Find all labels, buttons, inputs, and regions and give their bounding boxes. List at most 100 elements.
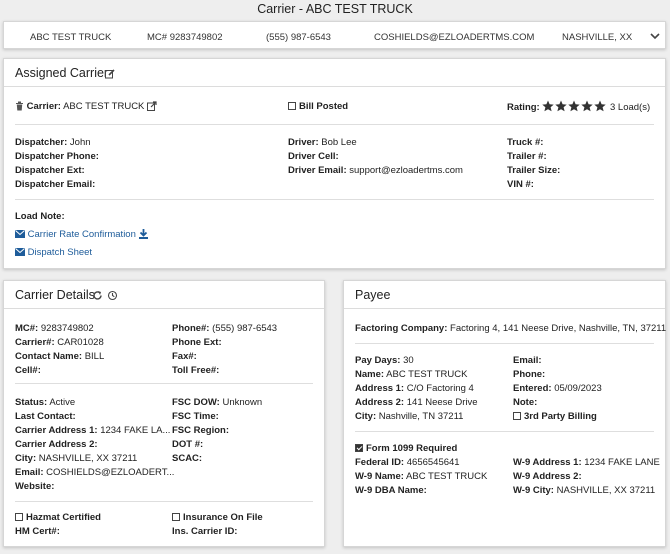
- page-title: Carrier - ABC TEST TRUCK: [257, 2, 413, 16]
- insurance-box[interactable]: [172, 513, 180, 521]
- external-link-icon[interactable]: [147, 101, 157, 112]
- email-value: COSHIELDS@EZLOADERT...: [46, 467, 175, 478]
- assigned-carrier-title: Assigned Carrier: [15, 66, 109, 80]
- driver-email-row: Driver Email: support@ezloadertms.com: [288, 164, 463, 177]
- rate-confirmation-link[interactable]: Carrier Rate Confirmation: [15, 228, 148, 241]
- address2-label: Carrier Address 2:: [15, 439, 98, 450]
- address1-label: Carrier Address 1:: [15, 425, 98, 436]
- w9-address1-label: W-9 Address 1:: [513, 457, 582, 468]
- contact-value: BILL: [84, 351, 105, 362]
- refresh-icon[interactable]: [92, 290, 103, 301]
- dispatcher-phone-label: Dispatcher Phone:: [15, 151, 99, 162]
- star-icon: [568, 100, 581, 112]
- email-label: Email:: [15, 467, 44, 478]
- driver-value: Bob Lee: [321, 137, 357, 148]
- load-note-label: Load Note:: [15, 211, 65, 222]
- driver-email-label: Driver Email:: [288, 165, 347, 176]
- payee-title: Payee: [355, 288, 391, 302]
- dispatcher-email-label: Dispatcher Email:: [15, 179, 96, 190]
- factoring-label: Factoring Company:: [355, 323, 448, 334]
- driver-label: Driver:: [288, 137, 319, 148]
- hm-cert-label: HM Cert#:: [15, 526, 60, 537]
- city-value: NASHVILLE, XX 37211: [38, 453, 138, 464]
- summary-mc: MC# 9283749802: [147, 32, 223, 43]
- dispatcher-label: Dispatcher:: [15, 137, 68, 148]
- contact-row: Contact Name: BILL: [15, 350, 104, 363]
- edit-icon[interactable]: [105, 69, 115, 79]
- driver-row: Driver: Bob Lee: [288, 136, 357, 149]
- phone-ext-label: Phone Ext:: [172, 337, 222, 348]
- carrier-details-header: Carrier Details: [4, 281, 324, 309]
- last-contact-label: Last Contact:: [15, 411, 76, 422]
- payee-name-value: ABC TEST TRUCK: [386, 369, 468, 380]
- divider: [355, 431, 654, 432]
- federal-id-label: Federal ID:: [355, 457, 405, 468]
- bill-posted-checkbox[interactable]: Bill Posted: [288, 100, 348, 113]
- history-icon[interactable]: [107, 290, 118, 301]
- bill-posted-box[interactable]: [288, 102, 296, 110]
- star-rating: [542, 100, 607, 113]
- payee-name-label: Name:: [355, 369, 385, 380]
- hazmat-box[interactable]: [15, 513, 23, 521]
- summary-carrier: ABC TEST TRUCK: [30, 32, 112, 43]
- carrier-value: ABC TEST TRUCK: [63, 101, 145, 112]
- pay-days-value: 30: [403, 355, 414, 366]
- hazmat-checkbox[interactable]: Hazmat Certified: [15, 511, 101, 524]
- trailer-size-label: Trailer Size:: [507, 165, 561, 176]
- dot-label: DOT #:: [172, 439, 204, 450]
- form1099-checkbox[interactable]: Form 1099 Required: [355, 442, 457, 455]
- status-label: Status:: [15, 397, 48, 408]
- driver-cell-label: Driver Cell:: [288, 151, 339, 162]
- hazmat-label: Hazmat Certified: [26, 512, 101, 523]
- w9-address2-label: W-9 Address 2:: [513, 471, 582, 482]
- email-row: Email: COSHIELDS@EZLOADERT...: [15, 466, 174, 479]
- third-party-box[interactable]: [513, 412, 521, 420]
- payee-phone-label: Phone:: [513, 369, 546, 380]
- entered-label: Entered:: [513, 383, 552, 394]
- payee-email-label: Email:: [513, 355, 542, 366]
- phone-value: (555) 987-6543: [212, 323, 278, 334]
- download-icon[interactable]: [138, 229, 148, 240]
- third-party-label: 3rd Party Billing: [524, 411, 597, 422]
- dispatch-sheet-link[interactable]: Dispatch Sheet: [15, 246, 92, 259]
- w9-address1-value: 1234 FAKE LANE: [584, 457, 660, 468]
- driver-email-value: support@ezloadertms.com: [349, 165, 463, 176]
- trailer-label: Trailer #:: [507, 151, 547, 162]
- carrier-row: Carrier: ABC TEST TRUCK: [15, 100, 157, 113]
- form1099-box[interactable]: [355, 444, 363, 452]
- fsc-region-label: FSC Region:: [172, 425, 229, 436]
- carrier-details-title: Carrier Details: [15, 288, 95, 302]
- rate-confirmation-label[interactable]: Carrier Rate Confirmation: [28, 229, 136, 240]
- pay-days-label: Pay Days:: [355, 355, 401, 366]
- third-party-checkbox[interactable]: 3rd Party Billing: [513, 410, 597, 423]
- entered-row: Entered: 05/09/2023: [513, 382, 602, 395]
- star-icon: [542, 100, 555, 112]
- dispatch-sheet-label[interactable]: Dispatch Sheet: [28, 247, 92, 258]
- w9-name-label: W-9 Name:: [355, 471, 404, 482]
- w9-city-value: NASHVILLE, XX 37211: [556, 485, 656, 496]
- contact-label: Contact Name:: [15, 351, 83, 362]
- divider: [15, 501, 313, 502]
- status-value: Active: [49, 397, 76, 408]
- phone-label: Phone#:: [172, 323, 210, 334]
- w9-dba-label: W-9 DBA Name:: [355, 485, 427, 496]
- w9-name-value: ABC TEST TRUCK: [406, 471, 488, 482]
- insurance-checkbox[interactable]: Insurance On File: [172, 511, 263, 524]
- toll-free-label: Toll Free#:: [172, 365, 220, 376]
- divider: [15, 124, 654, 125]
- load-count: 3 Load(s): [610, 102, 651, 113]
- trash-icon[interactable]: [15, 101, 24, 111]
- insurance-label: Insurance On File: [183, 512, 263, 523]
- w9-name-row: W-9 Name: ABC TEST TRUCK: [355, 470, 487, 483]
- chevron-down-icon[interactable]: [650, 31, 660, 41]
- fsc-dow-row: FSC DOW: Unknown: [172, 396, 262, 409]
- form1099-label: Form 1099 Required: [366, 443, 458, 454]
- mc-value: 9283749802: [40, 323, 94, 334]
- payee-city-value: Nashville, TN 37211: [378, 411, 464, 422]
- carrier-details-card: Carrier Details MC#: 9283749802 Carrier#…: [3, 280, 325, 547]
- summary-location: NASHVILLE, XX: [562, 32, 633, 43]
- payee-name-row: Name: ABC TEST TRUCK: [355, 368, 467, 381]
- carrier-no-row: Carrier#: CAR01028: [15, 336, 104, 349]
- carrier-summary-bar[interactable]: ABC TEST TRUCK MC# 9283749802 (555) 987-…: [3, 21, 666, 49]
- payee-city-row: City: Nashville, TN 37211: [355, 410, 463, 423]
